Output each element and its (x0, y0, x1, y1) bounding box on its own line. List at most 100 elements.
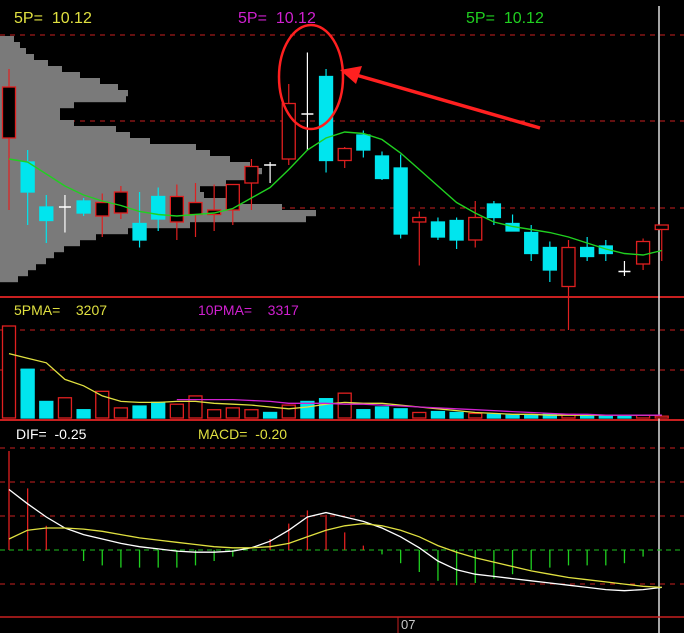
candle (76, 198, 91, 216)
price-volume-profile (0, 36, 316, 283)
annotation-arrow-shaft (355, 73, 541, 130)
volume-bar (486, 413, 502, 419)
volume-ma5-label: 5PMA= 3207 (14, 302, 107, 318)
profile-bar (0, 162, 250, 169)
stock-chart-window: 5P= 10.12 5P= 10.12 5P= 10.12 5PMA= 3207… (0, 0, 684, 633)
candle-body (76, 200, 91, 214)
candle-body (449, 219, 464, 241)
volume-bar (132, 405, 147, 419)
volume-bar (449, 411, 464, 419)
price-ma-label-2-name: 5P= (238, 10, 267, 27)
profile-bar (0, 258, 46, 265)
profile-bar (0, 234, 96, 241)
volume-bar (76, 409, 91, 419)
profile-bar (0, 138, 150, 145)
profile-bar (0, 84, 118, 91)
candle-body (412, 216, 427, 223)
price-ma-label-1: 5P= 10.12 (14, 10, 92, 28)
macd-dif-line (8, 488, 662, 592)
profile-bar (0, 252, 54, 259)
candle-body (374, 155, 390, 180)
volume-bar (244, 409, 259, 419)
candle (281, 84, 296, 165)
candle (618, 261, 631, 276)
candle (449, 217, 464, 249)
volume-bar (430, 410, 446, 419)
price-ma-label-3-value: 10.12 (503, 10, 544, 27)
macd-dea-line (8, 522, 662, 589)
candle (412, 211, 427, 266)
volume-bar (57, 397, 73, 419)
volume-bar (281, 404, 296, 419)
volume-bar (412, 411, 427, 419)
candle (580, 237, 595, 261)
volume-bar (524, 414, 539, 419)
candle (505, 214, 520, 232)
candle-body (244, 165, 259, 184)
time-axis-tick: 07 (401, 617, 416, 632)
volume-bar (337, 392, 352, 419)
profile-bar (0, 264, 36, 271)
candle (430, 217, 446, 240)
volume-ma5-name: 5PMA= (14, 302, 61, 318)
volume-ma10-label: 10PMA= 3317 (198, 302, 299, 318)
profile-bar (0, 126, 116, 133)
candle-body (39, 206, 54, 222)
price-ma-label-3-name: 5P= (466, 10, 495, 27)
profile-bar (0, 60, 48, 67)
candle-body (113, 191, 129, 214)
candle (393, 154, 408, 239)
volume-bar (468, 412, 483, 419)
candle-body (468, 216, 483, 241)
volume-bar (1, 325, 17, 419)
candle (337, 147, 352, 168)
price-ma-label-2: 5P= 10.12 (238, 10, 316, 28)
profile-bar (0, 96, 126, 103)
macd-dif-label: DIF= -0.25 (16, 426, 86, 442)
candle-body (1, 86, 17, 139)
profile-bar (0, 156, 230, 163)
price-ma-label-1-name: 5P= (14, 10, 43, 27)
volume-ma5-value: 3207 (75, 302, 108, 318)
candle-body (654, 224, 669, 231)
profile-bar (0, 36, 14, 43)
volume-bar (505, 414, 520, 419)
macd-dif-value: -0.25 (54, 426, 87, 442)
candle-body (393, 167, 408, 235)
profile-bar (0, 54, 34, 61)
profile-bar (0, 270, 28, 277)
volume-bar (113, 407, 129, 419)
price-ma-label-3: 5P= 10.12 (466, 10, 544, 28)
volume-bar (617, 415, 632, 419)
candle (318, 69, 334, 173)
candle-body (151, 195, 166, 220)
candle (542, 241, 557, 282)
candle (374, 151, 390, 180)
macd-macd-name: MACD= (198, 426, 248, 442)
candle (244, 159, 259, 210)
macd-dif-name: DIF= (16, 426, 47, 442)
volume-bar (151, 401, 166, 419)
candle (561, 240, 576, 330)
profile-bar (0, 132, 130, 139)
volume-bar (206, 409, 222, 419)
candle-body (20, 161, 35, 193)
candle-body (337, 147, 352, 162)
profile-bar (0, 276, 18, 283)
price-ma-label-1-value: 10.12 (51, 10, 92, 27)
profile-bar (0, 90, 128, 97)
macd-histogram (8, 451, 644, 586)
profile-bar (0, 240, 80, 247)
macd-macd-value: -0.20 (255, 426, 288, 442)
volume-ma10-value: 3317 (267, 302, 299, 318)
profile-bar (0, 144, 196, 151)
profile-bar (0, 228, 128, 235)
volume-bar (225, 407, 240, 419)
candle (654, 224, 669, 261)
profile-bar (0, 48, 26, 55)
profile-bar (0, 42, 20, 49)
profile-bar (0, 78, 100, 85)
candle-body (561, 246, 576, 288)
profile-bar (0, 246, 64, 253)
annotation (277, 23, 541, 131)
